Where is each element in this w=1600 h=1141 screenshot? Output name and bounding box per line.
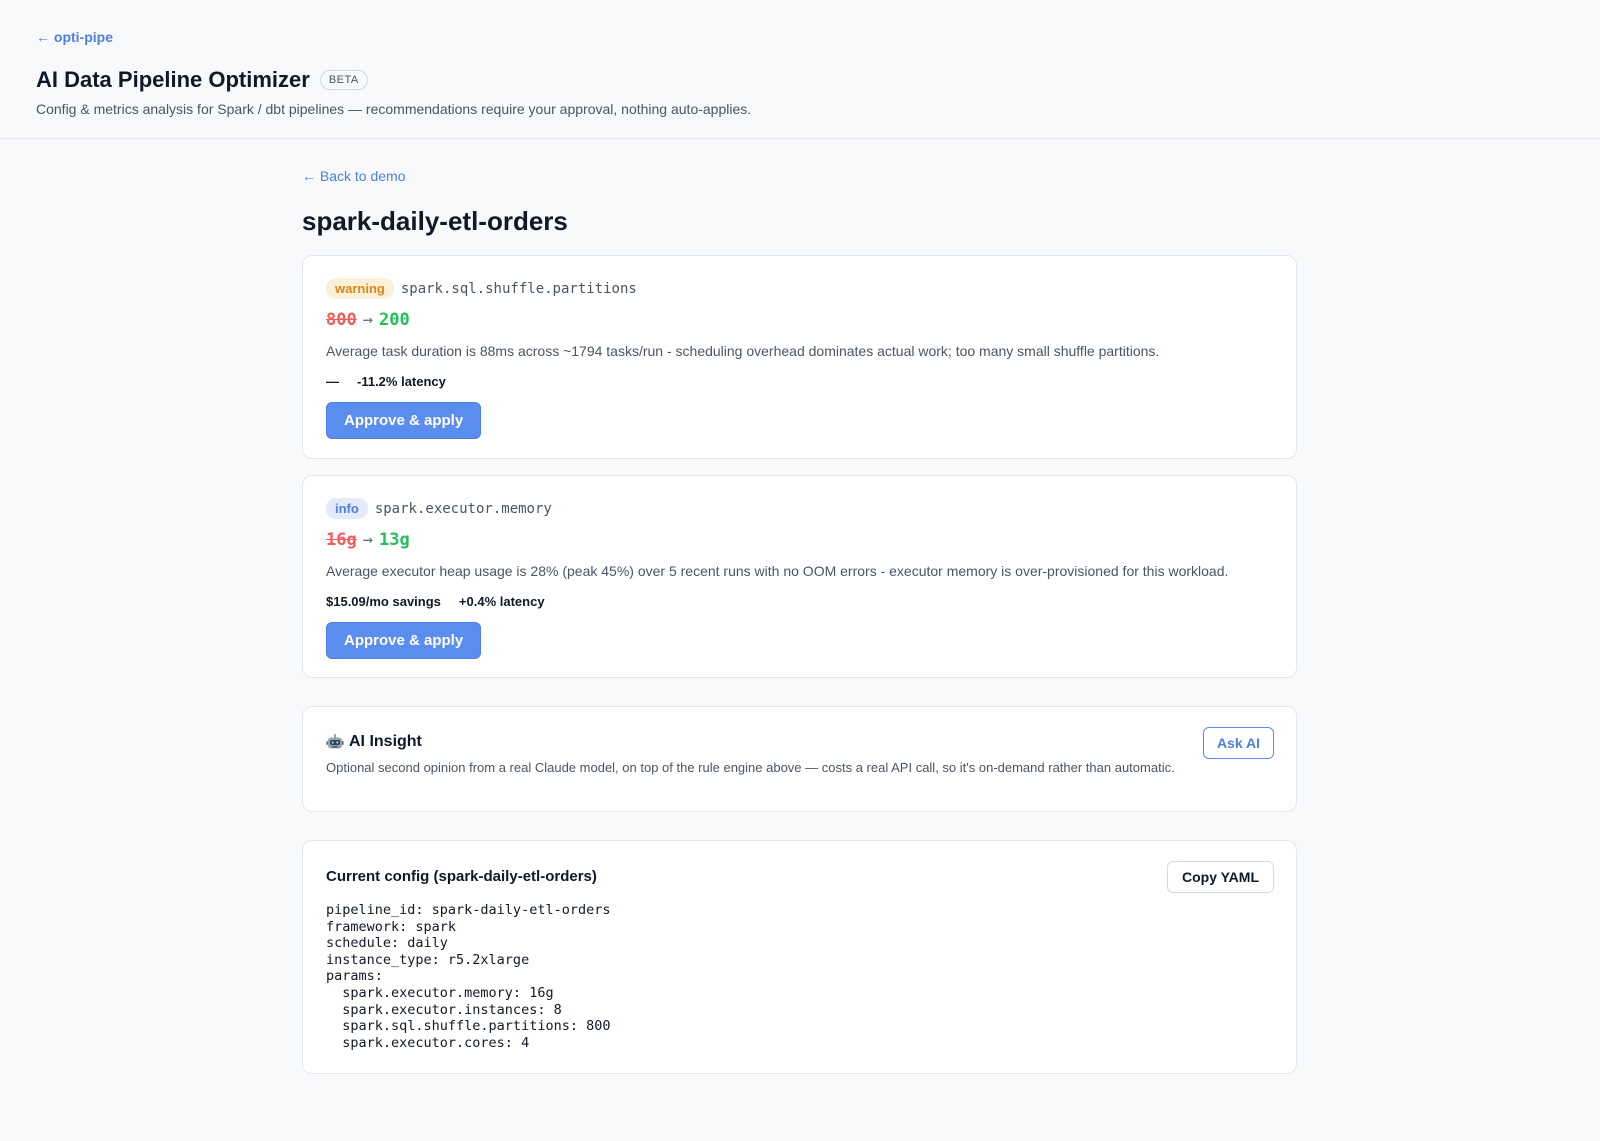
old-value: 16g [326, 530, 357, 550]
app-title: AI Data Pipeline Optimizer [36, 67, 310, 92]
arrow-icon: → [362, 310, 373, 330]
ai-insight-card: AI Insight Optional second opinion from … [302, 706, 1297, 812]
page-title: spark-daily-etl-orders [302, 206, 568, 236]
new-value: 13g [378, 530, 410, 550]
ai-insight-label: AI Insight [349, 733, 422, 750]
top-header: ← opti-pipe AI Data Pipeline Optimizer B… [0, 0, 1600, 139]
crumb-opti-pipe-link[interactable]: ← opti-pipe [36, 29, 113, 45]
arrow-icon: → [362, 530, 373, 550]
approve-apply-button[interactable]: Approve & apply [326, 622, 482, 659]
config-yaml: pipeline_id: spark-daily-etl-orders fram… [326, 902, 611, 1051]
value-change: 800 → 200 [326, 310, 1273, 330]
beta-badge: BETA [319, 70, 368, 90]
severity-badge-info: info [326, 498, 368, 519]
recommendation-card: info spark.executor.memory 16g → 13g Avera… [302, 475, 1297, 678]
impact-latency: -11.2% latency [357, 374, 446, 389]
approve-apply-button[interactable]: Approve & apply [326, 402, 482, 439]
recommendation-header: info spark.executor.memory [326, 498, 1273, 519]
title-row: AI Data Pipeline Optimizer BETA [36, 67, 1564, 93]
impact-cost: $15.09/mo savings [326, 594, 441, 609]
severity-badge-warning: warning [326, 278, 394, 299]
app-subtitle: Config & metrics analysis for Spark / db… [36, 101, 752, 117]
robot-icon [326, 734, 344, 750]
recommendation-reason: Average executor heap usage is 28% (peak… [326, 563, 1229, 579]
recommendation-header: warning spark.sql.shuffle.partitions [326, 278, 1273, 299]
value-change: 16g → 13g [326, 530, 1273, 550]
current-config-card: Current config (spark-daily-etl-orders) … [302, 840, 1297, 1074]
param-name: spark.executor.memory [374, 500, 552, 517]
old-value: 800 [326, 310, 357, 330]
recommendation-card: warning spark.sql.shuffle.partitions 800… [302, 255, 1297, 459]
ai-insight-title: AI Insight [326, 733, 1273, 751]
param-name: spark.sql.shuffle.partitions [400, 280, 637, 297]
back-to-demo-link[interactable]: ← Back to demo [302, 168, 406, 184]
ask-ai-button[interactable]: Ask AI [1202, 727, 1274, 759]
new-value: 200 [378, 310, 410, 330]
config-title: Current config (spark-daily-etl-orders) [326, 868, 597, 885]
main-content: ← Back to demo spark-daily-etl-orders wa… [302, 139, 1297, 1074]
recommendation-reason: Average task duration is 88ms across ~17… [326, 343, 1160, 359]
impact-latency: +0.4% latency [458, 594, 545, 609]
impact-row: — -11.2% latency [326, 374, 1273, 389]
impact-row: $15.09/mo savings +0.4% latency [326, 594, 1273, 609]
impact-cost: — [326, 374, 339, 389]
copy-yaml-button[interactable]: Copy YAML [1166, 861, 1274, 893]
ai-insight-description: Optional second opinion from a real Clau… [326, 760, 1175, 775]
